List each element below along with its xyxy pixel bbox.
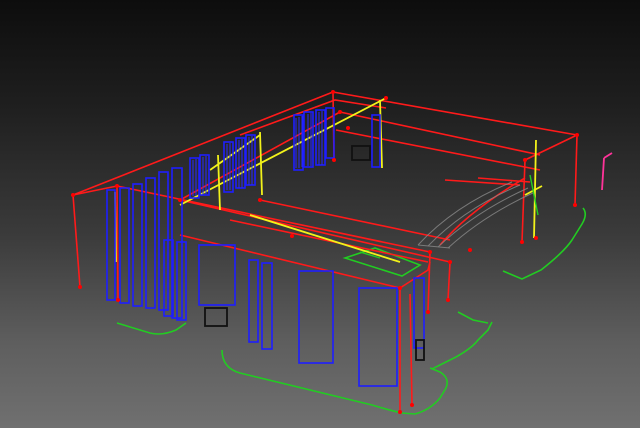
frame-node: [410, 403, 414, 407]
frame-node: [331, 90, 335, 94]
panel-front-2: [248, 259, 259, 343]
mullion-set-1: [295, 111, 323, 168]
frame-node: [290, 234, 294, 238]
frame-node: [71, 193, 75, 197]
panel-left-1: [106, 189, 116, 301]
frame-node: [332, 158, 336, 162]
frame-node: [428, 250, 432, 254]
frame-node: [346, 126, 350, 130]
beam-1: [179, 97, 387, 206]
frame-node: [258, 198, 262, 202]
3d-viewport[interactable]: [0, 0, 640, 428]
frame-node: [446, 298, 450, 302]
panel-front-5: [358, 287, 398, 387]
canopy: [417, 181, 536, 249]
column-back-right: [574, 134, 578, 206]
frame-node: [115, 184, 119, 188]
frame-node: [448, 260, 452, 264]
frame-node: [575, 133, 579, 137]
wall-top-edge-2: [229, 219, 429, 263]
window-panels: [106, 107, 425, 387]
light-columns: [601, 152, 613, 191]
panel-left-2: [119, 187, 130, 304]
light-column-1: [601, 157, 605, 191]
panel-inner-8: [315, 109, 326, 166]
door-courtyard: [351, 145, 371, 161]
frame-node: [384, 96, 388, 100]
courtyard-rim-back-2: [335, 129, 541, 171]
frame-node: [534, 236, 538, 240]
column-front-left: [72, 194, 81, 288]
canopy-rib-3: [437, 187, 529, 248]
door-front: [204, 307, 228, 327]
frame-node: [523, 158, 527, 162]
frame-node: [178, 198, 182, 202]
slab-edge-right: [431, 321, 493, 370]
frame-node: [520, 240, 524, 244]
beams: [114, 97, 543, 263]
frame-node: [78, 285, 82, 289]
frame-top-right-side: [524, 134, 578, 161]
frame-node: [398, 286, 402, 290]
wireframe-scene: [71, 90, 613, 415]
courtyard-rim-front: [259, 199, 451, 241]
frame-top-back: [332, 91, 578, 136]
frame-node: [468, 248, 472, 252]
panel-left-3: [132, 183, 143, 307]
frame-node: [116, 298, 120, 302]
frame-node: [398, 410, 402, 414]
panel-left-4: [145, 177, 156, 309]
column-mid: [447, 261, 451, 301]
light-column-2: [603, 152, 613, 159]
beam-5: [249, 214, 401, 263]
frame-node: [338, 110, 342, 114]
slab-edge-back: [502, 207, 587, 280]
canopy-rib-2: [427, 184, 521, 247]
column-front-left-2: [116, 185, 119, 301]
panel-inner-10: [371, 114, 381, 168]
panel-front-4: [298, 270, 334, 364]
panel-corner-1: [413, 277, 425, 349]
column-front-right: [427, 251, 431, 313]
beam-3: [259, 131, 263, 196]
door-corner: [415, 339, 425, 361]
panel-front-3: [261, 262, 273, 350]
frame-node: [573, 203, 577, 207]
canopy-edge: [417, 244, 451, 249]
slab-edge-right-notch: [457, 311, 489, 324]
column-right: [521, 159, 526, 243]
column-corner-2: [409, 293, 413, 406]
panel-inner-3: [223, 141, 234, 193]
doors: [204, 145, 425, 361]
frame-node: [426, 310, 430, 314]
slab-edge-left: [116, 322, 187, 335]
panel-front-1: [198, 244, 236, 306]
